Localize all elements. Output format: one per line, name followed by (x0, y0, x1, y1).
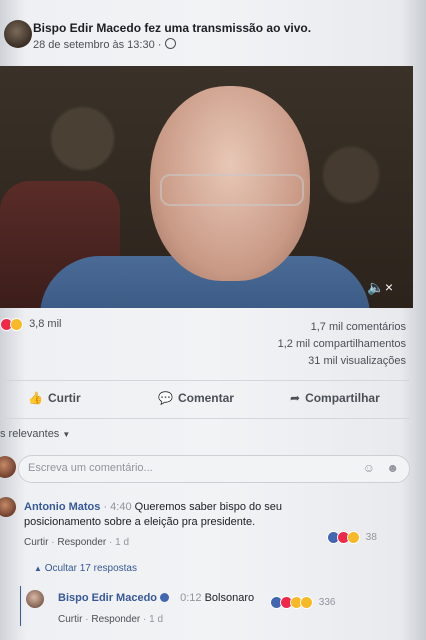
comments-count[interactable]: 1,7 mil comentários (278, 319, 406, 336)
comment-reaction-count: 38 (365, 532, 377, 544)
reply-age: · 1 d (143, 614, 164, 625)
reply-time: 0:12 (180, 592, 202, 604)
wow-reaction-icon (300, 596, 313, 609)
comment-reactions[interactable]: 38 (327, 531, 377, 544)
page-avatar[interactable] (4, 20, 32, 48)
comment-actions: Curtir · Responder · 1 d (24, 537, 130, 548)
volume-muted-icon[interactable]: 🔈× (367, 279, 393, 296)
reactions-count: 3,8 mil (29, 318, 62, 331)
reply-text: Bolsonaro (204, 592, 255, 604)
comment-label: Comentar (177, 391, 234, 405)
thumbs-up-icon: 👍 (28, 391, 43, 405)
divider (0, 418, 410, 419)
comment-filter-label: s relevantes (0, 428, 60, 440)
comment-text-line1: Queremos saber bispo do seu (134, 501, 283, 513)
reply-author[interactable]: Bispo Edir Macedo (58, 592, 157, 604)
post-header: Bispo Edir Macedo fez uma transmissão ao… (0, 0, 426, 66)
post-stats: 1,7 mil comentários 1,2 mil compartilham… (278, 319, 406, 370)
reply-reaction-count: 336 (318, 597, 336, 609)
haha-reaction-icon (347, 531, 360, 544)
post-actions: 👍 Curtir 💬 Comentar ➦ Compartilhar (0, 387, 410, 411)
like-button[interactable]: 👍 Curtir (28, 391, 81, 405)
globe-icon (165, 38, 177, 49)
comment-author[interactable]: Antonio Matos (24, 501, 100, 513)
comment-input[interactable]: Escreva um comentário... ☺ ☻ (18, 455, 410, 483)
reply-reactions[interactable]: 336 (270, 596, 335, 609)
reply-author-avatar[interactable] (26, 590, 44, 608)
sticker-icon[interactable]: ☻ (386, 461, 399, 475)
reply-item: Bispo Edir Macedo 0:12 Bolsonaro (58, 592, 254, 604)
divider (0, 380, 410, 381)
facebook-post-card: Bispo Edir Macedo fez uma transmissão ao… (0, 0, 426, 640)
hide-replies-label: Ocultar 17 respostas (44, 563, 137, 574)
comment-age: · 1 d (109, 537, 130, 548)
reply-thread-line (20, 586, 21, 626)
post-time-text[interactable]: 28 de setembro às 13:30 · (33, 39, 161, 51)
video-person-glasses (160, 174, 304, 206)
reply-reply-link[interactable]: Responder (91, 614, 140, 625)
reply-like-link[interactable]: Curtir (58, 614, 82, 625)
hide-replies-link[interactable]: ▲ Ocultar 17 respostas (34, 563, 137, 574)
share-button[interactable]: ➦ Compartilhar (290, 391, 380, 405)
speech-bubble-icon: 💬 (158, 391, 173, 405)
comment-item: Antonio Matos · 4:40 Queremos saber bisp… (24, 500, 282, 530)
comment-time: · 4:40 (103, 501, 132, 513)
comment-text-line2: posicionamento sobre a eleição pra presi… (24, 516, 256, 528)
emoji-icon[interactable]: ☺ (363, 461, 375, 475)
share-label: Compartilhar (305, 391, 380, 405)
comment-reply-link[interactable]: Responder (57, 537, 106, 548)
reactions-summary[interactable]: 3,8 mil (0, 318, 61, 331)
comment-input-placeholder: Escreva um comentário... (28, 462, 153, 474)
live-video-player[interactable]: 🔈× (0, 66, 413, 308)
commenter-avatar[interactable] (0, 497, 16, 517)
post-timestamp[interactable]: 28 de setembro às 13:30 · (33, 38, 177, 51)
comment-filter-dropdown[interactable]: s relevantes ▼ (0, 428, 70, 440)
reaction-icons (0, 318, 23, 331)
current-user-avatar (0, 456, 16, 478)
verified-badge-icon (160, 593, 170, 602)
reply-actions: Curtir · Responder · 1 d (58, 614, 164, 625)
haha-reaction-icon (10, 318, 23, 331)
comment-like-link[interactable]: Curtir (24, 537, 48, 548)
comment-button[interactable]: 💬 Comentar (158, 391, 234, 405)
post-title[interactable]: Bispo Edir Macedo fez uma transmissão ao… (33, 21, 311, 35)
share-arrow-icon: ➦ (290, 391, 301, 405)
shares-count[interactable]: 1,2 mil compartilhamentos (278, 336, 406, 353)
like-label: Curtir (47, 391, 81, 405)
views-count: 31 mil visualizações (308, 355, 406, 367)
chevron-down-icon: ▼ (62, 430, 71, 439)
chevron-up-icon: ▲ (34, 564, 42, 573)
